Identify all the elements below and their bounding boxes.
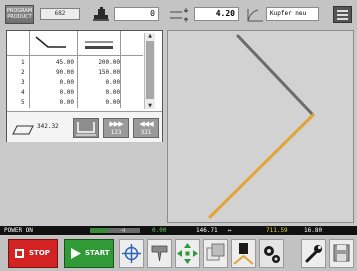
table-row[interactable]: 1 45.00 200.00: [7, 58, 143, 68]
wrench-button[interactable]: [301, 239, 326, 268]
count-field[interactable]: 0: [114, 7, 159, 21]
scroll-up-icon[interactable]: ▲: [145, 33, 155, 39]
position-2: 146.71: [196, 227, 218, 234]
move-button[interactable]: [175, 239, 200, 268]
position-4: 16.80: [304, 227, 323, 234]
start-label: START: [85, 249, 110, 257]
top-toolbar: PROGRAM PRODUCT 682 0 4.20 Kupfer neu: [0, 0, 357, 32]
stop-label: STOP: [29, 249, 50, 257]
product-label: PRODUCT: [7, 14, 32, 20]
axis-icon: ↦: [228, 227, 232, 234]
table-row[interactable]: 5 0.00 0.00: [7, 98, 143, 108]
scrollbar-thumb[interactable]: [146, 41, 154, 99]
move-icon: [177, 243, 198, 264]
program-button[interactable]: PROGRAM PRODUCT: [5, 5, 34, 24]
bend-segment-orange: [208, 113, 315, 219]
table-footer: 342.32 ▶▶▶ 123 ◀◀◀ 321: [7, 111, 162, 142]
rewind-icon: ◀◀◀: [139, 120, 153, 128]
bend-table-panel: 1 45.00 200.00 2 90.00 150.00 3 0.00 0.0…: [6, 30, 163, 142]
progress-bar: [90, 228, 140, 233]
bending-machine-app: PROGRAM PRODUCT 682 0 4.20 Kupfer neu 1 …: [0, 0, 357, 271]
bend-segment-grey: [236, 34, 315, 117]
progress-fill: [90, 228, 108, 233]
wrench-icon: [305, 245, 322, 263]
program-number-field[interactable]: 682: [40, 8, 80, 20]
length-button[interactable]: [73, 118, 99, 138]
tool-icon: [151, 245, 168, 262]
bend-icon: [233, 243, 254, 265]
menu-button[interactable]: [333, 6, 352, 23]
crosshair-button[interactable]: [119, 239, 144, 268]
bottom-toolbar: STOP START: [0, 236, 357, 271]
copy-icon: [206, 243, 225, 261]
copy-button[interactable]: [203, 239, 228, 268]
bend-drawing: [208, 34, 315, 219]
stop-icon: [15, 249, 24, 258]
position-1: 0.00: [152, 227, 167, 234]
thickness-icon: [168, 7, 190, 22]
fast-forward-icon: ▶▶▶: [109, 120, 123, 128]
save-button[interactable]: [329, 239, 354, 268]
power-status: POWER ON: [4, 227, 33, 234]
bend-angle-icon: [246, 7, 264, 22]
save-icon: [333, 244, 350, 262]
table-scrollbar[interactable]: ▲ ▼: [144, 33, 155, 109]
stop-button[interactable]: STOP: [8, 239, 58, 268]
settings-icon: [264, 246, 280, 263]
shear-icon: ⊣: [121, 227, 125, 234]
settings-button[interactable]: [259, 239, 284, 268]
crosshair-icon: [122, 244, 141, 263]
scroll-down-icon[interactable]: ▼: [145, 103, 155, 109]
tool-button[interactable]: [147, 239, 172, 268]
step-back-button[interactable]: ◀◀◀ 321: [133, 118, 159, 138]
table-row[interactable]: 3 0.00 0.00: [7, 78, 143, 88]
profile-icon: [11, 121, 35, 140]
machine-icon: [92, 6, 110, 22]
table-row[interactable]: 4 0.00 0.00: [7, 88, 143, 98]
start-button[interactable]: START: [64, 239, 114, 268]
table-header: [7, 31, 143, 108]
step-forward-button[interactable]: ▶▶▶ 123: [103, 118, 129, 138]
play-icon: [71, 248, 81, 259]
bend-button[interactable]: [231, 239, 256, 268]
bend-preview[interactable]: [167, 30, 354, 223]
table-row[interactable]: 2 90.00 150.00: [7, 68, 143, 78]
total-length-value: 342.32: [37, 123, 59, 130]
menu-icon: [337, 10, 348, 12]
position-3: 711.59: [266, 227, 288, 234]
material-field[interactable]: Kupfer neu: [266, 7, 319, 21]
status-bar: POWER ON ⊣ 0.00 146.71 ↦ 711.59 16.80: [0, 226, 357, 235]
angle-column-icon: [34, 35, 68, 55]
thickness-field[interactable]: 4.20: [194, 7, 239, 21]
length-icon: [76, 122, 96, 136]
length-column-icon: [83, 37, 115, 56]
